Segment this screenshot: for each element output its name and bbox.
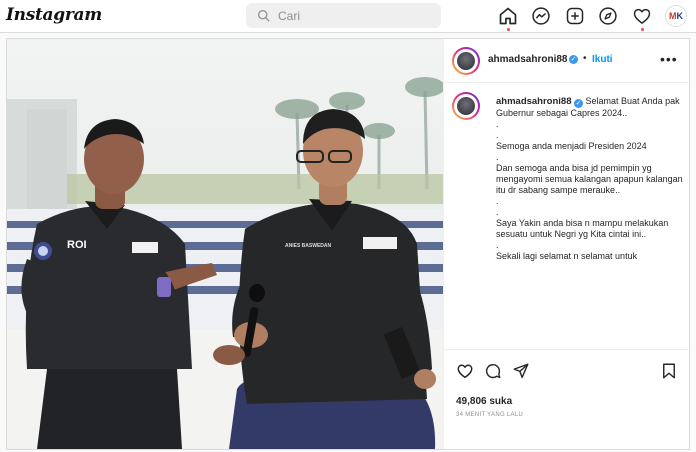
like-count[interactable]: 49,806 suka (456, 396, 512, 407)
home-icon[interactable] (498, 6, 518, 26)
search-icon (257, 9, 270, 22)
caption-line: Semoga anda menjadi Presiden 2024 (496, 141, 647, 151)
chevron-down-icon[interactable]: ⌄ (84, 9, 92, 20)
post-photo[interactable]: ROI ANIES BASWEDAN (7, 39, 443, 449)
post-sidebar: ahmadsahroni88 ✓ • Ikuti ••• ahmadsahron… (443, 39, 692, 449)
caption-line: . (496, 119, 499, 129)
new-post-icon[interactable] (565, 6, 585, 26)
right-shirt-text: ANIES BASWEDAN (285, 243, 332, 249)
share-icon[interactable] (512, 362, 530, 380)
post-timestamp[interactable]: 34 MENIT YANG LALU (456, 412, 523, 418)
activity-notification-dot (641, 28, 644, 31)
comment-icon[interactable] (484, 362, 502, 380)
caption-username[interactable]: ahmadsahroni88 (496, 96, 572, 107)
caption-line: Saya Yakin anda bisa n mampu melakukan s… (496, 218, 669, 239)
author-avatar[interactable] (452, 47, 480, 75)
caption-line: . (496, 130, 499, 140)
save-bookmark-icon[interactable] (660, 362, 678, 380)
caption-line: . (496, 152, 499, 162)
post-header: ahmadsahroni88 ✓ • Ikuti ••• (444, 39, 692, 83)
post-card: ROI ANIES BASWEDAN ahmadsahroni88 ✓ • Ik… (6, 38, 692, 450)
caption-author-avatar[interactable] (452, 92, 480, 120)
caption-line: . (496, 196, 499, 206)
activity-heart-icon[interactable] (632, 6, 652, 26)
messenger-icon[interactable] (531, 6, 551, 26)
search-input[interactable]: Cari (246, 3, 441, 28)
post-photo-illustration: ROI ANIES BASWEDAN (7, 39, 443, 449)
profile-avatar[interactable]: MK (665, 5, 687, 27)
caption-text: ahmadsahroni88 ✓ Selamat Buat Anda pak G… (496, 96, 684, 262)
left-shirt-text: ROI (67, 239, 87, 251)
verified-badge-icon: ✓ (574, 99, 584, 108)
follow-button[interactable]: Ikuti (592, 54, 613, 65)
search-placeholder: Cari (278, 9, 301, 23)
top-navigation-bar: Instagram ⌄ Cari MK (0, 0, 696, 33)
more-options-icon[interactable]: ••• (660, 51, 678, 67)
caption-line: . (496, 207, 499, 217)
post-caption: ahmadsahroni88 ✓ Selamat Buat Anda pak G… (444, 84, 692, 344)
caption-line: Sekali lagi selamat n selamat untuk (496, 251, 638, 261)
post-actions: 49,806 suka 34 MENIT YANG LALU (444, 349, 692, 449)
separator-dot: • (583, 53, 587, 64)
verified-badge-icon: ✓ (569, 55, 578, 64)
home-notification-dot (507, 28, 510, 31)
explore-icon[interactable] (598, 6, 618, 26)
like-heart-icon[interactable] (456, 362, 474, 380)
caption-line: Dan semoga anda bisa jd pemimpin yg meng… (496, 163, 683, 195)
caption-line: . (496, 240, 499, 250)
author-username[interactable]: ahmadsahroni88 (488, 54, 567, 65)
